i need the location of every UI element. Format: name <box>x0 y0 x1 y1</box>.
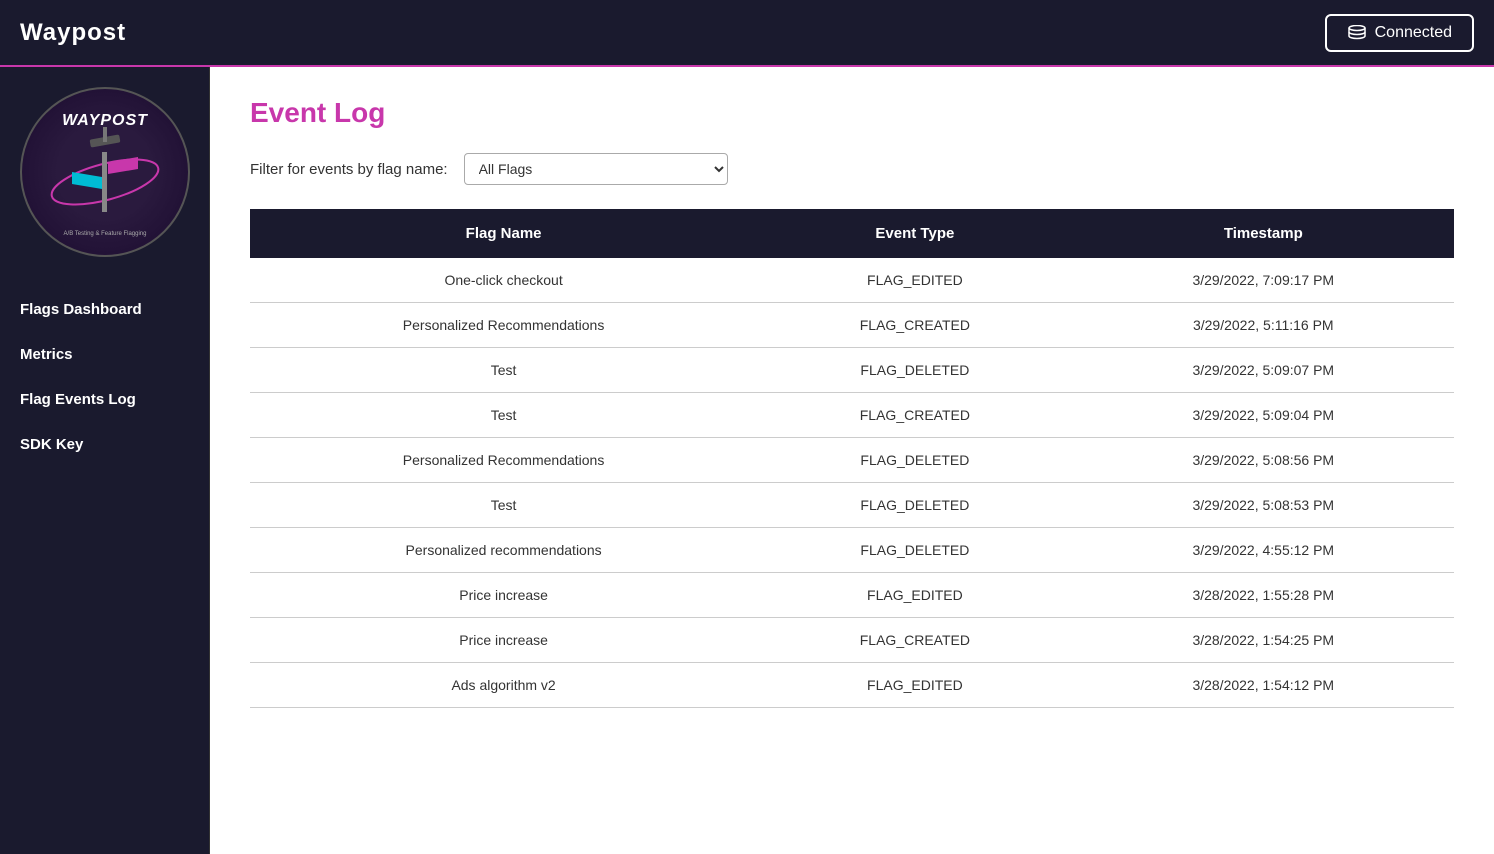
cell-flag-name: Test <box>250 348 757 393</box>
table-row: Personalized recommendationsFLAG_DELETED… <box>250 528 1454 573</box>
cell-timestamp: 3/28/2022, 1:54:25 PM <box>1073 618 1454 663</box>
table-row: Price increaseFLAG_EDITED3/28/2022, 1:55… <box>250 573 1454 618</box>
cell-event-type: FLAG_EDITED <box>757 573 1072 618</box>
table-row: One-click checkoutFLAG_EDITED3/29/2022, … <box>250 258 1454 303</box>
svg-text:A/B Testing & Feature Flagging: A/B Testing & Feature Flagging <box>63 231 146 237</box>
page-title: Event Log <box>250 97 1454 129</box>
cell-timestamp: 3/29/2022, 4:55:12 PM <box>1073 528 1454 573</box>
sidebar-logo-circle: WAYPOST A/B Testing & Feature Flagging <box>20 87 190 257</box>
cell-flag-name: Personalized Recommendations <box>250 438 757 483</box>
cell-event-type: FLAG_DELETED <box>757 438 1072 483</box>
cell-timestamp: 3/29/2022, 7:09:17 PM <box>1073 258 1454 303</box>
cell-timestamp: 3/29/2022, 5:09:07 PM <box>1073 348 1454 393</box>
cell-timestamp: 3/29/2022, 5:11:16 PM <box>1073 303 1454 348</box>
database-icon <box>1347 25 1367 41</box>
cell-timestamp: 3/29/2022, 5:09:04 PM <box>1073 393 1454 438</box>
cell-flag-name: Test <box>250 483 757 528</box>
table-row: Personalized RecommendationsFLAG_DELETED… <box>250 438 1454 483</box>
cell-flag-name: Price increase <box>250 618 757 663</box>
cell-event-type: FLAG_CREATED <box>757 393 1072 438</box>
cell-flag-name: Personalized Recommendations <box>250 303 757 348</box>
main-layout: WAYPOST A/B Testing & Feature Flagging F… <box>0 67 1494 854</box>
table-row: TestFLAG_CREATED3/29/2022, 5:09:04 PM <box>250 393 1454 438</box>
connected-button[interactable]: Connected <box>1325 14 1474 52</box>
cell-timestamp: 3/28/2022, 1:54:12 PM <box>1073 663 1454 708</box>
filter-select[interactable]: All FlagsOne-click checkoutPersonalized … <box>464 153 728 185</box>
table-body: One-click checkoutFLAG_EDITED3/29/2022, … <box>250 258 1454 708</box>
main-content: Event Log Filter for events by flag name… <box>210 67 1494 854</box>
app-header: Waypost Connected <box>0 0 1494 67</box>
table-col-event-type: Event Type <box>757 209 1072 258</box>
cell-flag-name: Ads algorithm v2 <box>250 663 757 708</box>
table-row: TestFLAG_DELETED3/29/2022, 5:09:07 PM <box>250 348 1454 393</box>
cell-event-type: FLAG_DELETED <box>757 528 1072 573</box>
cell-flag-name: Personalized recommendations <box>250 528 757 573</box>
cell-flag-name: Price increase <box>250 573 757 618</box>
table-header-row: Flag NameEvent TypeTimestamp <box>250 209 1454 258</box>
table-row: TestFLAG_DELETED3/29/2022, 5:08:53 PM <box>250 483 1454 528</box>
waypost-logo-svg: WAYPOST A/B Testing & Feature Flagging <box>30 97 180 247</box>
svg-text:WAYPOST: WAYPOST <box>62 112 148 129</box>
filter-row: Filter for events by flag name: All Flag… <box>250 153 1454 185</box>
cell-flag-name: Test <box>250 393 757 438</box>
cell-event-type: FLAG_EDITED <box>757 663 1072 708</box>
sidebar-item-sdk-key[interactable]: SDK Key <box>0 422 209 467</box>
sidebar-item-metrics[interactable]: Metrics <box>0 332 209 377</box>
cell-timestamp: 3/28/2022, 1:55:28 PM <box>1073 573 1454 618</box>
cell-flag-name: One-click checkout <box>250 258 757 303</box>
sidebar-item-flag-events-log[interactable]: Flag Events Log <box>0 377 209 422</box>
cell-event-type: FLAG_DELETED <box>757 348 1072 393</box>
connected-label: Connected <box>1375 24 1452 42</box>
cell-event-type: FLAG_CREATED <box>757 618 1072 663</box>
table-header: Flag NameEvent TypeTimestamp <box>250 209 1454 258</box>
table-row: Personalized RecommendationsFLAG_CREATED… <box>250 303 1454 348</box>
table-row: Ads algorithm v2FLAG_EDITED3/28/2022, 1:… <box>250 663 1454 708</box>
cell-timestamp: 3/29/2022, 5:08:56 PM <box>1073 438 1454 483</box>
table-col-flag-name: Flag Name <box>250 209 757 258</box>
event-table: Flag NameEvent TypeTimestamp One-click c… <box>250 209 1454 708</box>
cell-event-type: FLAG_CREATED <box>757 303 1072 348</box>
cell-event-type: FLAG_EDITED <box>757 258 1072 303</box>
filter-label: Filter for events by flag name: <box>250 161 448 178</box>
sidebar: WAYPOST A/B Testing & Feature Flagging F… <box>0 67 210 854</box>
table-row: Price increaseFLAG_CREATED3/28/2022, 1:5… <box>250 618 1454 663</box>
cell-timestamp: 3/29/2022, 5:08:53 PM <box>1073 483 1454 528</box>
sidebar-logo-area: WAYPOST A/B Testing & Feature Flagging <box>0 77 209 277</box>
sidebar-item-flags-dashboard[interactable]: Flags Dashboard <box>0 287 209 332</box>
cell-event-type: FLAG_DELETED <box>757 483 1072 528</box>
sidebar-nav: Flags DashboardMetricsFlag Events LogSDK… <box>0 277 209 477</box>
table-col-timestamp: Timestamp <box>1073 209 1454 258</box>
app-logo: Waypost <box>20 19 126 47</box>
